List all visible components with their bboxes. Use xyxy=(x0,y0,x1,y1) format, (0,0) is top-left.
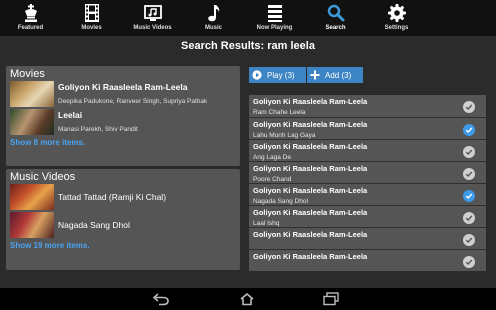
song-album: Goliyon Ki Raasleela Ram-Leela xyxy=(253,252,368,261)
nav-movies[interactable]: Movies xyxy=(61,0,122,36)
movie-title: Leelai xyxy=(58,110,83,120)
check-icon[interactable] xyxy=(463,168,475,180)
song-album: Goliyon Ki Raasleela Ram-Leela xyxy=(253,120,368,129)
film-strip-icon xyxy=(84,4,99,22)
nav-label: Music Videos xyxy=(133,25,172,31)
play-circle-icon xyxy=(252,70,262,80)
song-row[interactable]: Goliyon Ki Raasleela Ram-Leela Laal Ishq xyxy=(249,205,486,227)
movies-show-more-link[interactable]: Show 8 more items. xyxy=(6,138,240,147)
nav-label: Movies xyxy=(81,25,102,31)
nav-now-playing[interactable]: Now Playing xyxy=(244,0,305,36)
music-video-item[interactable]: Tattad Tattad (Ramji Ki Chal) xyxy=(6,184,240,212)
check-icon[interactable] xyxy=(463,124,475,136)
page-title: Search Results: ram leela xyxy=(181,40,315,52)
song-row[interactable]: Goliyon Ki Raasleela Ram-Leela xyxy=(249,249,486,271)
nav-label: Featured xyxy=(17,25,44,31)
song-row[interactable]: Goliyon Ki Raasleela Ram-Leela Nagada Sa… xyxy=(249,183,486,205)
music-videos-show-more-link[interactable]: Show 19 more items. xyxy=(6,241,240,250)
check-icon[interactable] xyxy=(463,101,475,113)
movie-thumbnail xyxy=(10,109,54,135)
nav-label: Settings xyxy=(384,25,409,31)
nav-featured[interactable]: Featured xyxy=(0,0,61,36)
check-icon[interactable] xyxy=(463,256,475,268)
song-row[interactable]: Goliyon Ki Raasleela Ram-Leela Ang Laga … xyxy=(249,139,486,161)
play-button[interactable]: Play (3) xyxy=(249,67,306,83)
movie-thumbnail xyxy=(10,81,54,107)
top-nav: Featured Movies Music Videos Music Now P… xyxy=(0,0,496,36)
add-button[interactable]: Add (3) xyxy=(307,67,363,83)
play-button-label: Play (3) xyxy=(267,70,295,80)
song-title: Ang Laga De xyxy=(253,154,291,161)
check-icon[interactable] xyxy=(463,212,475,224)
movies-panel: Movies Goliyon Ki Raasleela Ram-Leela De… xyxy=(6,66,240,166)
nav-search[interactable]: Search xyxy=(305,0,366,36)
song-album: Goliyon Ki Raasleela Ram-Leela xyxy=(253,230,368,239)
music-video-thumbnail xyxy=(10,212,54,238)
song-title: Poore Chand xyxy=(253,176,292,183)
nav-label: Now Playing xyxy=(256,25,293,31)
movies-heading: Movies xyxy=(10,68,45,80)
song-album: Goliyon Ki Raasleela Ram-Leela xyxy=(253,164,368,173)
music-video-title: Nagada Sang Dhol xyxy=(58,220,130,230)
song-title: Ram Chahe Leela xyxy=(253,109,306,116)
music-videos-heading: Music Videos xyxy=(10,171,76,183)
check-icon[interactable] xyxy=(463,190,475,202)
movie-item[interactable]: Goliyon Ki Raasleela Ram-Leela Deepika P… xyxy=(6,81,240,109)
music-note-icon xyxy=(207,5,219,22)
song-title: Nagada Sang Dhol xyxy=(253,198,308,205)
music-video-title: Tattad Tattad (Ramji Ki Chal) xyxy=(58,192,167,202)
gear-icon xyxy=(387,4,406,22)
nav-music-videos[interactable]: Music Videos xyxy=(122,0,183,36)
music-video-item[interactable]: Nagada Sang Dhol xyxy=(6,212,240,240)
recent-apps-icon[interactable] xyxy=(322,292,340,306)
nav-settings[interactable]: Settings xyxy=(366,0,427,36)
song-album: Goliyon Ki Raasleela Ram-Leela xyxy=(253,186,368,195)
movie-cast: Deepika Padukone, Ranveer Singh, Supriya… xyxy=(58,98,208,105)
home-icon[interactable] xyxy=(238,292,256,306)
chess-king-icon xyxy=(24,4,37,22)
check-icon[interactable] xyxy=(463,146,475,158)
song-album: Goliyon Ki Raasleela Ram-Leela xyxy=(253,97,368,106)
nav-music[interactable]: Music xyxy=(183,0,244,36)
song-album: Goliyon Ki Raasleela Ram-Leela xyxy=(253,208,368,217)
song-album: Goliyon Ki Raasleela Ram-Leela xyxy=(253,142,368,151)
add-button-label: Add (3) xyxy=(325,70,352,80)
movie-cast: Manasi Parekh, Shiv Pandit xyxy=(58,126,138,133)
action-bar: Play (3) Add (3) xyxy=(249,67,363,83)
song-row[interactable]: Goliyon Ki Raasleela Ram-Leela Lahu Munh… xyxy=(249,117,486,139)
back-icon[interactable] xyxy=(152,292,170,306)
nav-label: Music xyxy=(204,25,222,31)
song-row[interactable]: Goliyon Ki Raasleela Ram-Leela xyxy=(249,227,486,249)
nav-label: Search xyxy=(325,25,346,31)
movie-item[interactable]: Leelai Manasi Parekh, Shiv Pandit xyxy=(6,109,240,137)
music-video-thumbnail xyxy=(10,184,54,210)
music-videos-panel: Music Videos Tattad Tattad (Ramji Ki Cha… xyxy=(6,169,240,270)
song-row[interactable]: Goliyon Ki Raasleela Ram-Leela Ram Chahe… xyxy=(249,95,486,117)
check-icon[interactable] xyxy=(463,234,475,246)
search-icon xyxy=(327,4,344,22)
plus-icon xyxy=(310,70,320,80)
song-title: Laal Ishq xyxy=(253,220,280,227)
song-list: Goliyon Ki Raasleela Ram-Leela Ram Chahe… xyxy=(249,95,486,271)
song-title: Lahu Munh Lag Gaya xyxy=(253,132,316,139)
playlist-icon xyxy=(267,5,282,22)
movie-title: Goliyon Ki Raasleela Ram-Leela xyxy=(58,82,188,92)
system-nav-bar xyxy=(0,288,496,310)
song-row[interactable]: Goliyon Ki Raasleela Ram-Leela Poore Cha… xyxy=(249,161,486,183)
music-video-icon xyxy=(143,5,162,21)
